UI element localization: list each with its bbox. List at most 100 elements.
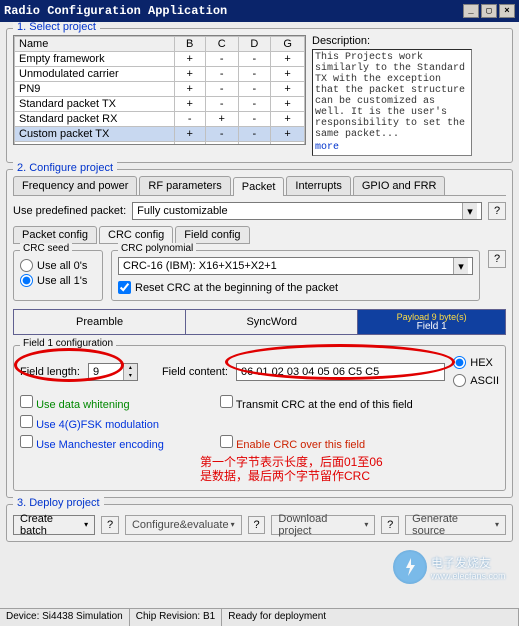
frame-preamble[interactable]: Preamble: [14, 310, 186, 334]
generate-source-button[interactable]: Generate source▾: [405, 515, 506, 535]
table-row[interactable]: Standard packet TX+--+: [15, 97, 305, 112]
table-cell: -: [238, 142, 271, 146]
annotation-circle: [14, 348, 124, 382]
data-whitening-label: Use data whitening: [36, 399, 130, 411]
annotation-circle: [225, 344, 455, 380]
table-row[interactable]: Empty framework+--+: [15, 52, 305, 67]
table-cell: +: [271, 67, 305, 82]
tab-rf-parameters[interactable]: RF parameters: [139, 176, 230, 195]
help-button[interactable]: ?: [381, 516, 399, 534]
predefined-packet-label: Use predefined packet:: [13, 205, 126, 217]
table-header[interactable]: Name: [15, 37, 175, 52]
fsk-modulation-checkbox[interactable]: [20, 415, 33, 428]
data-whitening-checkbox[interactable]: [20, 395, 33, 408]
watermark-url: www.elecfans.com: [431, 571, 506, 581]
table-header[interactable]: C: [205, 37, 238, 52]
chevron-down-icon: ▾: [462, 203, 477, 219]
table-row[interactable]: Custom packet RX-+-+: [15, 142, 305, 146]
minimize-button[interactable]: _: [463, 4, 479, 18]
table-cell: +: [174, 82, 205, 97]
section-select-project: 1. Select project NameBCDG Empty framewo…: [6, 28, 513, 163]
frame-field1[interactable]: Payload 9 byte(s) Field 1: [358, 310, 505, 334]
chevron-down-icon: ▾: [364, 520, 368, 529]
description-text: This Projects work similarly to the Stan…: [312, 49, 472, 156]
fsk-modulation-label: Use 4(G)FSK modulation: [36, 419, 159, 431]
table-cell: +: [174, 52, 205, 67]
download-project-button[interactable]: Download project▾: [271, 515, 375, 535]
format-hex-radio[interactable]: [453, 356, 466, 369]
crc-seed-all-ones-label: Use all 1's: [37, 275, 87, 287]
field-content-label: Field content:: [162, 366, 228, 378]
description-content: This Projects work similarly to the Stan…: [315, 52, 465, 140]
table-cell: -: [238, 127, 271, 142]
table-cell: -: [205, 97, 238, 112]
subtab-packet-config[interactable]: Packet config: [13, 226, 97, 244]
section3-legend: 3. Deploy project: [13, 497, 104, 509]
reset-crc-checkbox[interactable]: [118, 281, 131, 294]
table-cell: -: [205, 82, 238, 97]
tab-gpio-and-frr[interactable]: GPIO and FRR: [353, 176, 446, 195]
section-configure-project: 2. Configure project Frequency and power…: [6, 169, 513, 498]
spin-up-icon[interactable]: ▴: [123, 364, 137, 372]
configure-evaluate-button[interactable]: Configure&evaluate▾: [125, 515, 242, 535]
chevron-down-icon: ▾: [84, 520, 88, 529]
table-cell: Custom packet RX: [15, 142, 175, 146]
enable-crc-label: Enable CRC over this field: [236, 439, 365, 451]
tab-packet[interactable]: Packet: [233, 177, 285, 196]
table-header[interactable]: D: [238, 37, 271, 52]
transmit-crc-checkbox[interactable]: [220, 395, 233, 408]
table-row[interactable]: PN9+--+: [15, 82, 305, 97]
status-ready: Ready for deployment: [222, 609, 519, 626]
format-ascii-radio[interactable]: [453, 374, 466, 387]
lightning-icon: [402, 557, 418, 577]
table-cell: Standard packet TX: [15, 97, 175, 112]
help-button[interactable]: ?: [248, 516, 266, 534]
crc-seed-all-zeros-radio[interactable]: [20, 259, 33, 272]
annotation-note-line2: 是数据，最后两个字节留作CRC: [200, 469, 499, 483]
help-button[interactable]: ?: [101, 516, 119, 534]
close-button[interactable]: ×: [499, 4, 515, 18]
table-cell: -: [238, 52, 271, 67]
frame-syncword[interactable]: SyncWord: [186, 310, 358, 334]
crc-seed-group: CRC seed Use all 0's Use all 1's: [13, 250, 103, 301]
table-header[interactable]: G: [271, 37, 305, 52]
table-cell: Standard packet RX: [15, 112, 175, 127]
tab-interrupts[interactable]: Interrupts: [286, 176, 350, 195]
packet-subtabs: Packet configCRC configField config: [13, 226, 506, 244]
manchester-encoding-checkbox[interactable]: [20, 435, 33, 448]
table-cell: Empty framework: [15, 52, 175, 67]
table-cell: PN9: [15, 82, 175, 97]
subtab-field-config[interactable]: Field config: [175, 226, 249, 244]
table-row[interactable]: Standard packet RX-+-+: [15, 112, 305, 127]
spin-down-icon[interactable]: ▾: [123, 372, 137, 380]
table-cell: -: [238, 97, 271, 112]
section2-legend: 2. Configure project: [13, 162, 117, 174]
table-cell: +: [174, 127, 205, 142]
table-cell: +: [205, 142, 238, 146]
create-batch-button[interactable]: Create batch▾: [13, 515, 95, 535]
chevron-down-icon: ▾: [453, 258, 468, 274]
predefined-packet-select[interactable]: Fully customizable ▾: [132, 202, 482, 220]
crc-seed-all-ones-radio[interactable]: [20, 274, 33, 287]
table-cell: +: [271, 127, 305, 142]
help-button[interactable]: ?: [488, 202, 506, 220]
crc-polynomial-select[interactable]: CRC-16 (IBM): X16+X15+X2+1 ▾: [118, 257, 473, 275]
table-row[interactable]: Unmodulated carrier+--+: [15, 67, 305, 82]
tab-frequency-and-power[interactable]: Frequency and power: [13, 176, 137, 195]
table-header[interactable]: B: [174, 37, 205, 52]
maximize-button[interactable]: ▢: [481, 4, 497, 18]
table-cell: +: [271, 82, 305, 97]
subtab-crc-config[interactable]: CRC config: [99, 226, 173, 244]
reset-crc-label: Reset CRC at the beginning of the packet: [135, 282, 338, 294]
project-table[interactable]: NameBCDG Empty framework+--+Unmodulated …: [13, 35, 306, 145]
table-cell: +: [271, 52, 305, 67]
chevron-down-icon: ▾: [231, 520, 235, 529]
enable-crc-checkbox[interactable]: [220, 435, 233, 448]
watermark-chinese: 电子发烧友: [431, 554, 506, 571]
table-row[interactable]: Custom packet TX+--+: [15, 127, 305, 142]
table-cell: -: [174, 142, 205, 146]
help-button[interactable]: ?: [488, 250, 506, 268]
description-more-link[interactable]: more: [315, 142, 339, 153]
table-cell: Unmodulated carrier: [15, 67, 175, 82]
field1-configuration-group: Field 1 configuration Field length: ▴▾ F…: [13, 345, 506, 491]
